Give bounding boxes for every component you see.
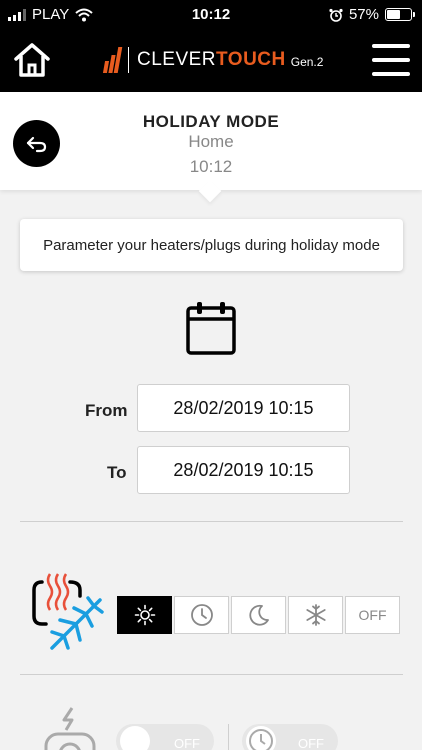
clock-icon bbox=[190, 604, 213, 626]
heater-mode-selector: OFF bbox=[117, 596, 400, 634]
to-date-field[interactable]: 28/02/2019 10:15 bbox=[137, 446, 350, 494]
battery-icon bbox=[385, 8, 415, 21]
menu-icon-bar bbox=[372, 72, 410, 76]
page-title: HOLIDAY MODE bbox=[142, 112, 280, 131]
menu-icon-bar bbox=[372, 44, 410, 48]
home-name: Home bbox=[188, 132, 234, 151]
logo-text: CLEVERTOUCH bbox=[137, 49, 286, 70]
info-message: Parameter your heaters/plugs during holi… bbox=[20, 219, 403, 271]
eco-mode-button[interactable] bbox=[231, 596, 286, 634]
app-header: CLEVERTOUCH Gen.2 bbox=[0, 30, 422, 92]
sun-icon bbox=[134, 604, 155, 626]
toggle-knob bbox=[120, 726, 150, 750]
title-panel: HOLIDAY MODE Home 10:12 bbox=[0, 92, 422, 190]
vertical-divider bbox=[228, 724, 229, 750]
clock-icon bbox=[246, 726, 276, 750]
heater-frost-icon bbox=[32, 573, 104, 650]
from-label: From bbox=[85, 401, 128, 420]
alarm-icon bbox=[329, 8, 343, 22]
status-bar: PLAY 10:12 57% bbox=[0, 0, 422, 30]
logo-generation: Gen.2 bbox=[290, 55, 324, 69]
logo-mark-icon bbox=[102, 47, 123, 73]
program-mode-button[interactable] bbox=[174, 596, 229, 634]
home-icon bbox=[14, 43, 50, 77]
home-button[interactable] bbox=[12, 42, 52, 78]
moon-icon bbox=[248, 604, 269, 626]
back-arrow-icon bbox=[26, 136, 46, 152]
from-date-field[interactable]: 28/02/2019 10:15 bbox=[137, 384, 350, 432]
plug-icon bbox=[44, 707, 96, 750]
logo-divider bbox=[128, 47, 129, 73]
menu-icon-bar bbox=[372, 58, 410, 62]
off-mode-button[interactable]: OFF bbox=[345, 596, 400, 634]
toggle-label: OFF bbox=[298, 736, 324, 750]
menu-button[interactable] bbox=[372, 44, 410, 76]
section-divider bbox=[20, 521, 403, 522]
plug-schedule-toggle[interactable]: OFF bbox=[242, 724, 338, 750]
calendar-icon bbox=[186, 302, 236, 355]
comfort-mode-button[interactable] bbox=[117, 596, 172, 634]
status-bar-right: 57% bbox=[329, 6, 415, 23]
battery-percent: 57% bbox=[348, 6, 379, 23]
back-button[interactable] bbox=[13, 120, 60, 167]
frost-mode-button[interactable] bbox=[288, 596, 343, 634]
plug-toggle[interactable]: OFF bbox=[116, 724, 214, 750]
snowflake-icon bbox=[305, 604, 326, 626]
current-time: 10:12 bbox=[189, 157, 233, 176]
toggle-label: OFF bbox=[174, 736, 200, 750]
section-divider bbox=[20, 674, 403, 675]
to-label: To bbox=[107, 463, 127, 482]
app-logo: CLEVERTOUCH Gen.2 bbox=[102, 47, 324, 73]
